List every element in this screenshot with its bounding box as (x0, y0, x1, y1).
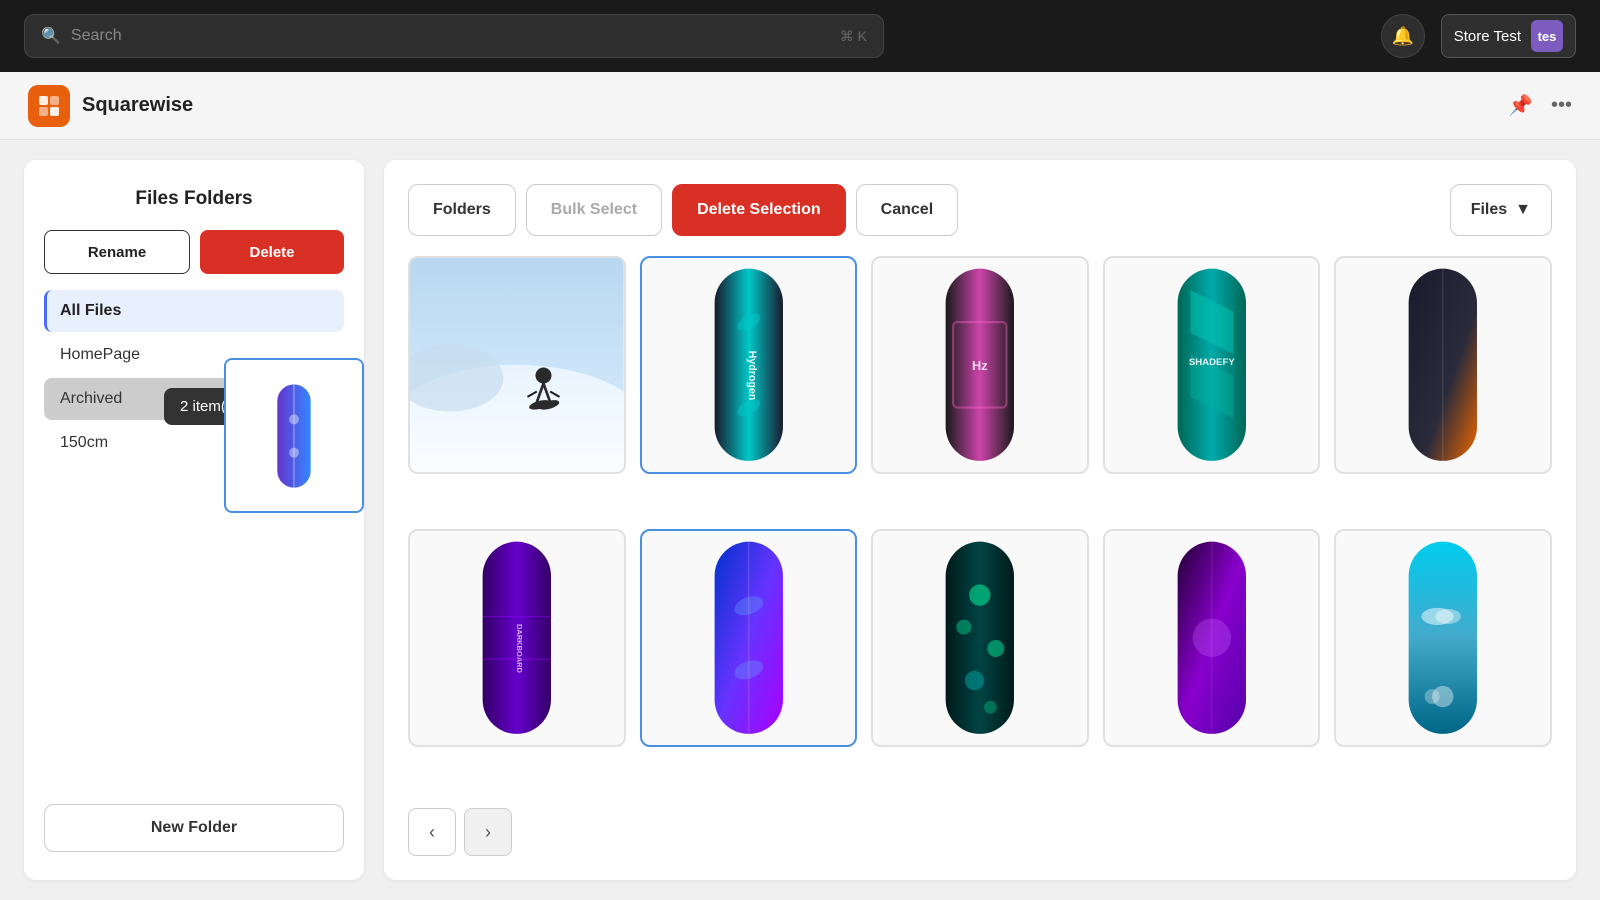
image-cell-2[interactable]: Hydrogen (640, 256, 858, 474)
store-name: Store Test (1454, 28, 1521, 45)
cancel-button[interactable]: Cancel (856, 184, 958, 236)
toolbar: Folders Bulk Select Delete Selection Can… (408, 184, 1552, 236)
topbar: 🔍 Search ⌘ K 🔔 Store Test tes (0, 0, 1600, 72)
image-grid: Hydrogen Hz (408, 256, 1552, 788)
sidebar-item-archived[interactable]: Archived 2 item(s) selected (44, 378, 344, 420)
image-cell-9[interactable] (1103, 529, 1321, 747)
image-cell-6[interactable]: DARKBOARD (408, 529, 626, 747)
more-options-icon[interactable]: ••• (1551, 94, 1572, 117)
sidebar-item-all-files[interactable]: All Files (44, 290, 344, 332)
search-box[interactable]: 🔍 Search ⌘ K (24, 14, 884, 58)
image-cell-8[interactable] (871, 529, 1089, 747)
search-placeholder: Search (71, 27, 830, 45)
delete-button[interactable]: Delete (200, 230, 344, 274)
svg-text:Hz: Hz (972, 358, 988, 373)
subheader: Squarewise 📌 ••• (0, 72, 1600, 140)
logo-icon (28, 85, 70, 127)
bulk-select-button[interactable]: Bulk Select (526, 184, 662, 236)
svg-text:SHADEFY: SHADEFY (1189, 357, 1236, 368)
notification-button[interactable]: 🔔 (1381, 14, 1425, 58)
main-layout: Files Folders Rename Delete All Files Ho… (0, 140, 1600, 900)
store-button[interactable]: Store Test tes (1441, 14, 1576, 58)
image-cell-10[interactable] (1334, 529, 1552, 747)
image-cell-1[interactable] (408, 256, 626, 474)
svg-text:DARKBOARD: DARKBOARD (515, 624, 524, 674)
files-dropdown-button[interactable]: Files ▼ (1450, 184, 1552, 236)
image-cell-3[interactable]: Hz (871, 256, 1089, 474)
subheader-actions: 📌 ••• (1508, 93, 1572, 118)
avatar: tes (1531, 20, 1563, 52)
folder-list: All Files HomePage Archived 2 item(s) se… (44, 290, 344, 788)
folders-button[interactable]: Folders (408, 184, 516, 236)
sidebar: Files Folders Rename Delete All Files Ho… (24, 160, 364, 880)
image-cell-5[interactable] (1334, 256, 1552, 474)
image-cell-7[interactable] (640, 529, 858, 747)
pagination: ‹ › (408, 808, 1552, 856)
next-page-button[interactable]: › (464, 808, 512, 856)
image-cell-4[interactable]: SHADEFY (1103, 256, 1321, 474)
delete-selection-button[interactable]: Delete Selection (672, 184, 846, 236)
rename-button[interactable]: Rename (44, 230, 190, 274)
search-icon: 🔍 (41, 26, 61, 46)
sidebar-buttons: Rename Delete (44, 230, 344, 274)
prev-page-button[interactable]: ‹ (408, 808, 456, 856)
content-panel: Folders Bulk Select Delete Selection Can… (384, 160, 1576, 880)
sidebar-title: Files Folders (44, 188, 344, 210)
chevron-down-icon: ▼ (1515, 201, 1531, 219)
svg-text:Hydrogen: Hydrogen (745, 351, 757, 401)
pin-icon[interactable]: 📌 (1508, 93, 1533, 118)
topbar-right: 🔔 Store Test tes (1381, 14, 1576, 58)
selection-preview (224, 358, 364, 513)
search-shortcut: ⌘ K (840, 28, 867, 45)
app-name: Squarewise (82, 94, 193, 117)
new-folder-button[interactable]: New Folder (44, 804, 344, 852)
logo-wrap: Squarewise (28, 85, 193, 127)
